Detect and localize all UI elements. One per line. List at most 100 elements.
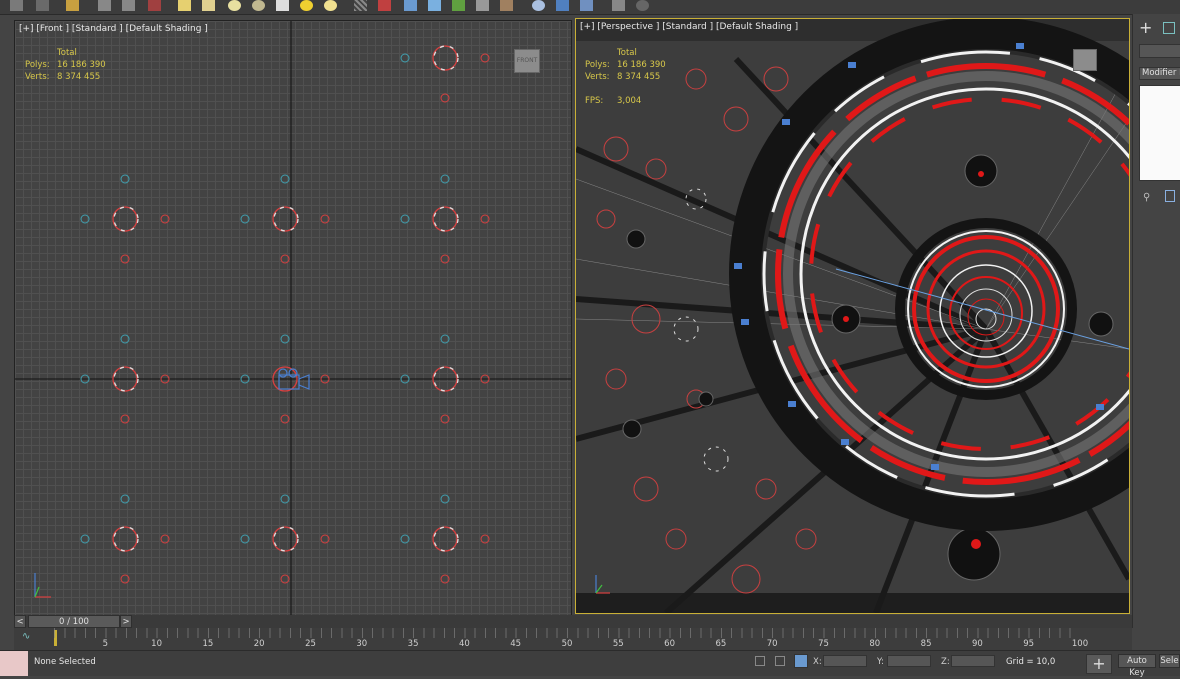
maxscript-listener[interactable] (0, 651, 28, 676)
tick-label: 80 (869, 639, 881, 649)
grid-readout: Grid = 10,0 (1006, 657, 1056, 667)
isolate-icon[interactable] (755, 656, 765, 666)
toolbar-hf-icon[interactable] (476, 0, 489, 11)
z-label: Z: (941, 657, 950, 667)
prev-frame-button[interactable]: < (14, 615, 26, 628)
front-scene (15, 21, 571, 615)
x-coordinate-field[interactable] (823, 655, 867, 667)
tick-label: 65 (715, 639, 727, 649)
toolbar-render-window-icon[interactable] (612, 0, 625, 11)
create-tab-icon[interactable]: + (1139, 20, 1152, 36)
toolbar-omni-light-icon[interactable] (324, 0, 337, 11)
persp-verts-value: 8 374 455 (617, 72, 661, 82)
toolbar-layers-icon[interactable] (10, 0, 23, 11)
track-ruler (54, 628, 1080, 638)
front-verts-label: Verts: (25, 72, 50, 82)
toolbar-cone-icon[interactable] (202, 0, 215, 11)
tick-label: 40 (458, 639, 470, 649)
persp-verts-label: Verts: (585, 72, 610, 82)
toolbar-render-frame-icon[interactable] (580, 0, 593, 11)
tick-label: 55 (612, 639, 624, 649)
modifier-stack[interactable] (1139, 85, 1180, 181)
perspective-stats: Total Polys: 16 186 390 Verts: 8 374 455 F… (585, 47, 666, 107)
curve-editor-toggle-icon[interactable]: ∿ (22, 631, 30, 642)
toolbar-material-editor-icon[interactable] (148, 0, 161, 11)
toolbar-render-icon[interactable] (556, 0, 569, 11)
tick-label: 15 (202, 639, 214, 649)
modify-tab-icon[interactable] (1163, 22, 1175, 34)
front-viewport-label[interactable]: [+] [Front ] [Standard ] [Default Shadin… (19, 24, 208, 34)
main-toolbar (0, 0, 1180, 15)
tick-label: 25 (305, 639, 316, 649)
selected-dropdown[interactable]: Sele (1159, 654, 1180, 668)
front-polys-value: 16 186 390 (57, 60, 106, 70)
toolbar-spotlight-icon[interactable] (276, 0, 289, 11)
y-coordinate-field[interactable] (887, 655, 931, 667)
command-panel: + Modifier List ⚲ (1132, 14, 1180, 628)
y-label: Y: (877, 657, 884, 667)
perspective-viewcube[interactable] (1073, 49, 1097, 71)
toolbar-rock-icon[interactable] (500, 0, 513, 11)
toolbar-ribbon-icon[interactable] (66, 0, 79, 11)
front-polys-label: Polys: (25, 60, 50, 70)
tick-label: 75 (818, 639, 829, 649)
tick-label: 90 (971, 639, 983, 649)
toolbar-sphere-icon[interactable] (228, 0, 241, 11)
perspective-viewport[interactable]: [+] [Perspective ] [Standard ] [Default … (575, 18, 1130, 614)
persp-fps-value: 3,004 (617, 96, 642, 106)
tick-label: 20 (253, 639, 265, 649)
lock-selection-icon[interactable] (775, 656, 785, 666)
front-viewport[interactable]: [+] [Front ] [Standard ] [Default Shadin… (14, 20, 572, 616)
toolbar-help-icon[interactable] (636, 0, 649, 11)
front-verts-value: 8 374 455 (57, 72, 101, 82)
show-end-result-icon[interactable] (1165, 190, 1175, 202)
toolbar-geosphere-icon[interactable] (252, 0, 265, 11)
z-coordinate-field[interactable] (951, 655, 995, 667)
tick-label: 100 (1071, 639, 1089, 649)
tick-label: 95 (1023, 639, 1035, 649)
time-slider[interactable]: < 0 / 100 > (14, 615, 1132, 628)
time-slider-thumb[interactable]: 0 / 100 (28, 615, 120, 628)
front-stats-total: Total (57, 48, 77, 58)
toolbar-box-icon[interactable] (178, 0, 191, 11)
tick-label: 70 (766, 639, 778, 649)
tick-label: 45 (510, 639, 522, 649)
tick-label: 50 (561, 639, 573, 649)
toolbar-checker-icon[interactable] (354, 0, 367, 11)
toolbar-sun-icon[interactable] (300, 0, 313, 11)
toolbar-render-setup-icon[interactable] (532, 0, 545, 11)
toolbar-schematic-icon[interactable] (122, 0, 135, 11)
pin-stack-icon[interactable]: ⚲ (1143, 192, 1150, 203)
modifier-list-dropdown[interactable]: Modifier List (1139, 67, 1180, 80)
tick-label: 60 (664, 639, 676, 649)
persp-polys-label: Polys: (585, 60, 610, 70)
persp-stats-total: Total (617, 48, 637, 58)
absolute-mode-icon[interactable] (794, 654, 808, 668)
toolbar-snowflake-icon[interactable] (428, 0, 441, 11)
modifier-list-label: Modifier List (1142, 68, 1180, 78)
toolbar-particles-icon[interactable] (404, 0, 417, 11)
object-name-field[interactable] (1139, 44, 1180, 58)
toolbar-curve-editor-icon[interactable] (98, 0, 111, 11)
auto-key-button[interactable]: Auto Key (1118, 654, 1156, 678)
tick-label: 35 (407, 639, 419, 649)
x-label: X: (813, 657, 822, 667)
persp-fps-label: FPS: (585, 96, 604, 106)
perspective-scene (576, 19, 1129, 613)
toolbar-scene-explorer-icon[interactable] (36, 0, 49, 11)
status-bar: None Selected X: Y: Z: Grid = 10,0 + Aut… (0, 650, 1180, 678)
front-stats: Total Polys: 16 186 390 Verts: 8 374 455 (25, 47, 106, 83)
track-bar[interactable]: ∿ 5 10 15 20 25 30 35 40 45 50 55 60 65 70 75 80 85 90 95 1… (14, 628, 1132, 650)
add-time-tag-button[interactable]: + (1086, 654, 1112, 674)
persp-polys-value: 16 186 390 (617, 60, 666, 70)
tick-label: 10 (151, 639, 163, 649)
selection-status: None Selected (34, 657, 96, 667)
tick-label: 30 (356, 639, 368, 649)
next-frame-button[interactable]: > (120, 615, 132, 628)
tick-label: 85 (920, 639, 932, 649)
toolbar-foliage-icon[interactable] (452, 0, 465, 11)
toolbar-paint-icon[interactable] (378, 0, 391, 11)
perspective-viewport-label[interactable]: [+] [Perspective ] [Standard ] [Default … (580, 22, 798, 32)
front-viewcube[interactable]: FRONT (514, 49, 540, 73)
front-viewcube-label: FRONT (516, 57, 538, 64)
